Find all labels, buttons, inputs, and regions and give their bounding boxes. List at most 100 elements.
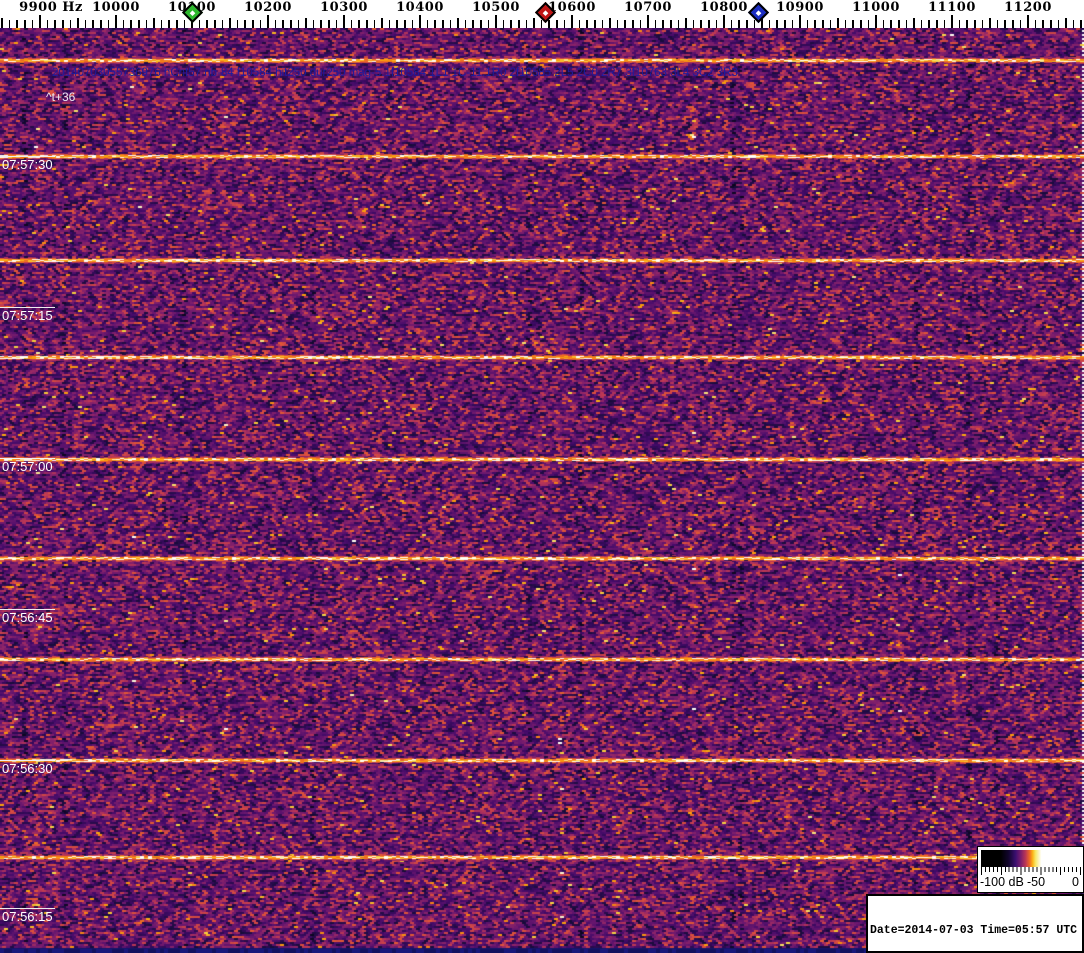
freq-tick (594, 20, 596, 28)
freq-tick (92, 20, 94, 28)
freq-tick (708, 20, 710, 28)
freq-tick (867, 20, 870, 28)
freq-tick (411, 20, 414, 28)
freq-tick (753, 20, 756, 28)
freq-tick (822, 20, 824, 28)
freq-tick (267, 15, 269, 28)
freq-tick (905, 20, 908, 28)
freq-tick (989, 18, 991, 28)
freq-tick (244, 20, 246, 28)
freq-tick (138, 20, 140, 28)
freq-tick (654, 20, 657, 28)
freq-tick (221, 20, 224, 28)
freq-tick (715, 20, 718, 28)
freq-tick (449, 20, 452, 28)
blue-diamond-marker[interactable] (747, 1, 769, 24)
freq-tick (548, 20, 550, 28)
freq-tick (875, 15, 877, 28)
freq-tick (282, 20, 284, 28)
freq-axis-label: 10500 (472, 0, 520, 15)
freq-tick (130, 20, 132, 28)
freq-tick (1065, 18, 1067, 28)
freq-tick (829, 20, 832, 28)
freq-tick (738, 20, 740, 28)
freq-tick (434, 20, 436, 28)
freq-axis-label: 11000 (852, 0, 900, 15)
freq-tick (700, 20, 702, 28)
freq-tick (145, 20, 148, 28)
freq-tick (791, 20, 794, 28)
freq-tick (943, 20, 946, 28)
freq-tick (692, 20, 695, 28)
freq-tick (8, 20, 11, 28)
freq-tick (419, 15, 421, 28)
freq-axis-label: 10200 (244, 0, 292, 15)
freq-tick (457, 18, 459, 28)
freq-tick (601, 20, 604, 28)
frequency-axis: 9900 Hz100001010010200103001040010500106… (0, 0, 1084, 28)
freq-tick (16, 20, 18, 28)
freq-tick (533, 18, 535, 28)
freq-tick (890, 20, 892, 28)
colorbar-label-min: -100 dB (980, 875, 1024, 889)
freq-tick (100, 20, 102, 28)
freq-axis-label: 10000 (92, 0, 140, 15)
spectrogram-canvas[interactable] (0, 28, 1084, 953)
freq-tick (525, 20, 528, 28)
freq-tick (69, 20, 72, 28)
freq-tick (472, 20, 474, 28)
freq-axis-label: 10800 (700, 0, 748, 15)
freq-tick (624, 20, 626, 28)
freq-tick (639, 20, 642, 28)
freq-tick (160, 20, 163, 28)
freq-tick (487, 20, 490, 28)
freq-tick (966, 20, 968, 28)
freq-tick (1034, 20, 1037, 28)
freq-tick (913, 18, 915, 28)
freq-tick (1057, 20, 1060, 28)
freq-axis-label: 11200 (1004, 0, 1052, 15)
freq-tick (662, 20, 664, 28)
freq-tick (84, 20, 87, 28)
freq-tick (958, 20, 961, 28)
freq-tick (920, 20, 923, 28)
freq-tick (153, 18, 155, 28)
freq-tick (62, 20, 64, 28)
freq-tick (381, 18, 383, 28)
freq-tick (936, 20, 938, 28)
freq-axis-label: 10900 (776, 0, 824, 15)
freq-tick (115, 15, 117, 28)
freq-tick (480, 20, 482, 28)
freq-tick (951, 15, 953, 28)
freq-tick (776, 20, 778, 28)
freq-tick (670, 20, 672, 28)
freq-tick (837, 18, 839, 28)
freq-tick (540, 20, 543, 28)
freq-tick (229, 18, 231, 28)
freq-axis-label: 10400 (396, 0, 444, 15)
freq-tick (860, 20, 862, 28)
freq-tick (1027, 15, 1029, 28)
freq-tick (335, 20, 338, 28)
freq-tick (290, 20, 292, 28)
freq-tick (556, 20, 558, 28)
freq-tick (464, 20, 467, 28)
freq-tick (312, 20, 315, 28)
freq-tick (609, 18, 611, 28)
freq-tick (768, 20, 771, 28)
freq-tick (502, 20, 505, 28)
freq-tick (578, 20, 581, 28)
freq-tick (259, 20, 262, 28)
freq-tick (198, 20, 201, 28)
freq-tick (844, 20, 847, 28)
colorbar-ticks (981, 867, 1081, 875)
freq-tick (297, 20, 300, 28)
freq-tick (176, 20, 178, 28)
freq-tick (168, 20, 170, 28)
freq-tick (214, 20, 216, 28)
freq-tick (518, 20, 520, 28)
spectrogram-window: 9900 Hz100001010010200103001040010500106… (0, 0, 1084, 953)
freq-axis-label: 9900 Hz (19, 0, 83, 15)
colorbar-label-max: 0 (1072, 875, 1079, 889)
freq-tick (996, 20, 999, 28)
